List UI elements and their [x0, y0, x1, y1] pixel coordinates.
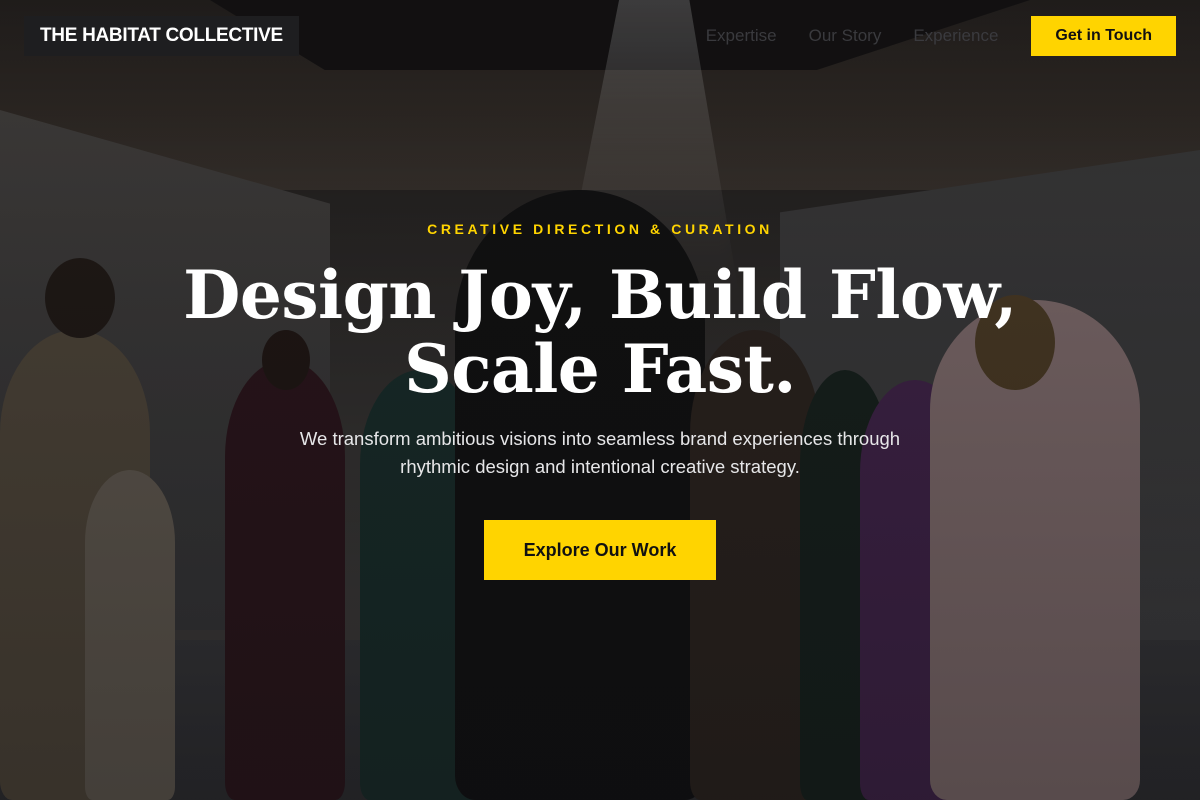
- hero-headline-line-2: Scale Fast.: [404, 330, 796, 408]
- hero-headline-line-1: Design Joy, Build Flow,: [183, 256, 1017, 334]
- hero-headline: Design Joy, Build Flow, Scale Fast.: [0, 258, 1200, 406]
- hero-section: CREATIVE DIRECTION & CURATION Design Joy…: [0, 0, 1200, 800]
- explore-our-work-button[interactable]: Explore Our Work: [484, 520, 716, 580]
- hero-eyebrow: CREATIVE DIRECTION & CURATION: [427, 221, 773, 237]
- hero-subtext: We transform ambitious visions into seam…: [299, 428, 901, 477]
